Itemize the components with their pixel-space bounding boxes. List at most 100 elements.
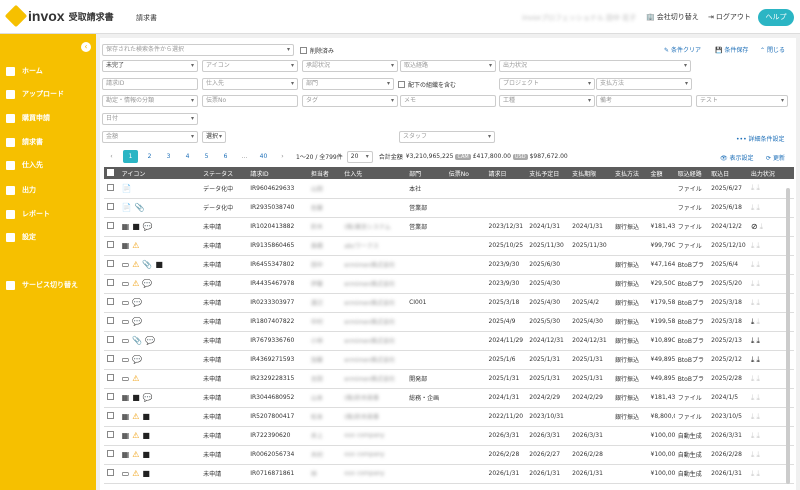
sidebar-item-report[interactable]: レポート (6, 209, 50, 219)
refresh-button[interactable]: ⟳ 更新 (766, 153, 785, 162)
row-checkbox[interactable] (107, 431, 114, 438)
table-scrollbar[interactable] (786, 188, 790, 484)
row-checkbox-cell[interactable] (104, 445, 119, 465)
acct-select[interactable]: 勘定・情報の分類 ▾ (102, 95, 198, 107)
pay-method-select[interactable]: 支払方法 ▾ (596, 78, 692, 90)
row-checkbox[interactable] (107, 412, 114, 419)
row-checkbox[interactable] (107, 241, 114, 248)
table-row[interactable]: ▭ ⚠ 💬 未申請 IR4435467978 伊藤 ermimen株式会社 2023/9/30… (104, 274, 794, 294)
saved-search-select[interactable]: 保存された検索条件から選択 ▾ (102, 44, 294, 56)
deleted-checkbox[interactable]: 削除済み (300, 46, 334, 55)
row-checkbox[interactable] (107, 203, 114, 210)
row-checkbox[interactable] (107, 450, 114, 457)
help-button[interactable]: ヘルプ (758, 9, 794, 26)
col-header-8[interactable]: 請求日 (485, 167, 527, 179)
sidebar-item-output[interactable]: 出力 (6, 185, 36, 195)
table-row[interactable]: ▦ ■ 💬 未申請 IR1020413882 鈴木 (株)東京システム 営業部 2023/12/… (104, 217, 794, 237)
col-header-10[interactable]: 支払期限 (569, 167, 612, 179)
status-select[interactable]: 未完了 ▾ (102, 60, 198, 72)
row-checkbox-cell[interactable] (104, 179, 119, 199)
row-checkbox-cell[interactable] (104, 293, 119, 313)
page-6[interactable]: 6 (218, 150, 233, 163)
page-5[interactable]: 5 (199, 150, 214, 163)
row-checkbox-cell[interactable] (104, 426, 119, 446)
output-select[interactable]: 出力状況 ▾ (499, 60, 691, 72)
download-icon[interactable]: ⤓ (751, 317, 755, 326)
page-2[interactable]: 2 (142, 150, 157, 163)
table-row[interactable]: ▭ ⚠ ■ 未申請 IR0716871861 林 xxx company 2026/1/31 2… (104, 464, 794, 484)
table-row[interactable]: ▦ ⚠ 未申請 IR9135860465 高橋 abcワークス 2025/10/25 2025… (104, 236, 794, 256)
row-checkbox-cell[interactable] (104, 217, 119, 237)
select-all-checkbox[interactable] (107, 168, 114, 176)
logout-button[interactable]: ⇥ ログアウト (708, 12, 751, 22)
close-filters-button[interactable]: ⌃ 閉じる (760, 45, 785, 54)
row-checkbox-cell[interactable] (104, 407, 119, 427)
invoice-id-input[interactable]: 請求ID (102, 78, 198, 90)
row-checkbox-cell[interactable] (104, 198, 119, 218)
route-select[interactable]: 取込経路 ▾ (400, 60, 496, 72)
choose-select[interactable]: 選択 ▾ (202, 131, 226, 143)
download-icon[interactable]: ⤓ (756, 336, 760, 345)
col-header-13[interactable]: 取込経路 (674, 167, 709, 179)
collapse-sidebar-icon[interactable]: ‹ (81, 42, 91, 52)
page-3[interactable]: 3 (161, 150, 176, 163)
sidebar-item-settings[interactable]: 設定 (6, 232, 36, 242)
row-checkbox-cell[interactable] (104, 388, 119, 408)
col-header-1[interactable]: アイコン (118, 167, 201, 179)
page-40[interactable]: 40 (256, 150, 271, 163)
sidebar-item-home[interactable]: ホーム (6, 66, 43, 76)
slip-input[interactable]: 伝票No (202, 95, 298, 107)
detail-conditions-link[interactable]: ••• 詳細条件設定 (736, 134, 785, 143)
switch-company-button[interactable]: 🏢 会社切り替え (646, 12, 699, 22)
note-input[interactable]: 備考 (596, 95, 692, 107)
memo-input[interactable]: メモ (400, 95, 496, 107)
test-select[interactable]: テスト ▾ (696, 95, 788, 107)
table-row[interactable]: ▭ 💬 未申請 IR4369271593 加藤 ermimen株式会社 2025/1/6 20… (104, 350, 794, 370)
icon-select[interactable]: アイコン ▾ (202, 60, 298, 72)
col-header-15[interactable]: 出力状況 (747, 167, 794, 179)
row-checkbox[interactable] (107, 317, 114, 324)
table-row[interactable]: 📄 データ化中 IR9604629633 山田 本社 ファイル 2025/6/27 ⤓ ⤓ (104, 179, 794, 199)
process-select[interactable]: 工種 ▾ (499, 95, 595, 107)
amount-select[interactable]: 金額 ▾ (102, 131, 198, 143)
view-settings-button[interactable]: 👁 表示設定 (720, 153, 754, 162)
download-icon[interactable]: ⤓ (751, 355, 755, 364)
project-select[interactable]: プロジェクト ▾ (499, 78, 595, 90)
row-checkbox[interactable] (107, 260, 114, 267)
table-row[interactable]: ▦ ⚠ ■ 未申請 IR5207800417 松本 (株)鈴木商事 2022/11/20 202… (104, 407, 794, 427)
table-row[interactable]: ▦ ⚠ ■ 未申請 IR722390620 井上 xxx company 2026/3/31 2… (104, 426, 794, 446)
row-checkbox-cell[interactable] (104, 369, 119, 389)
row-checkbox[interactable] (107, 393, 114, 400)
row-checkbox-cell[interactable] (104, 236, 119, 256)
row-checkbox[interactable] (107, 469, 114, 476)
row-checkbox[interactable] (107, 298, 114, 305)
col-header-12[interactable]: 金額 (647, 167, 675, 179)
row-checkbox[interactable] (107, 374, 114, 381)
col-header-6[interactable]: 部門 (406, 167, 446, 179)
page-4[interactable]: 4 (180, 150, 195, 163)
app-logo[interactable]: invox 受取請求書 (4, 4, 114, 28)
row-checkbox[interactable] (107, 279, 114, 286)
dept-select[interactable]: 部門 ▾ (302, 78, 394, 90)
prev-page-icon[interactable]: ‹ (104, 150, 119, 163)
row-checkbox-cell[interactable] (104, 312, 119, 332)
staff-select[interactable]: スタッフ ▾ (399, 131, 495, 143)
row-checkbox-cell[interactable] (104, 274, 119, 294)
col-header-2[interactable]: ステータス (200, 167, 248, 179)
date-select[interactable]: 日付 ▾ (102, 113, 198, 125)
col-header-0[interactable] (104, 167, 119, 179)
table-row[interactable]: ▭ 📎 💬 未申請 IR7679336760 小林 ermimen株式会社 2024/11/2… (104, 331, 794, 351)
row-checkbox-cell[interactable] (104, 331, 119, 351)
sidebar-item-vendor[interactable]: 仕入先 (6, 160, 43, 170)
col-header-7[interactable]: 伝票No (445, 167, 486, 179)
per-page-select[interactable]: 20 ▾ (346, 150, 373, 163)
col-header-9[interactable]: 支払予定日 (526, 167, 570, 179)
next-page-icon[interactable]: › (275, 150, 290, 163)
table-row[interactable]: ▭ ⚠ 📎 ■ 未申請 IR6455347802 田中 ermimen株式会社 2023/9/3… (104, 255, 794, 275)
sidebar-item-upload[interactable]: アップロード (6, 89, 64, 99)
sidebar-item-purchase[interactable]: 購買申請 (6, 113, 50, 123)
table-row[interactable]: ▭ 💬 未申請 IR1807407822 中村 ermimen株式会社 2025/4/9 20… (104, 312, 794, 332)
row-checkbox-cell[interactable] (104, 464, 119, 484)
sidebar-item-invoice[interactable]: 請求書 (6, 137, 43, 147)
page-1[interactable]: 1 (123, 150, 138, 163)
